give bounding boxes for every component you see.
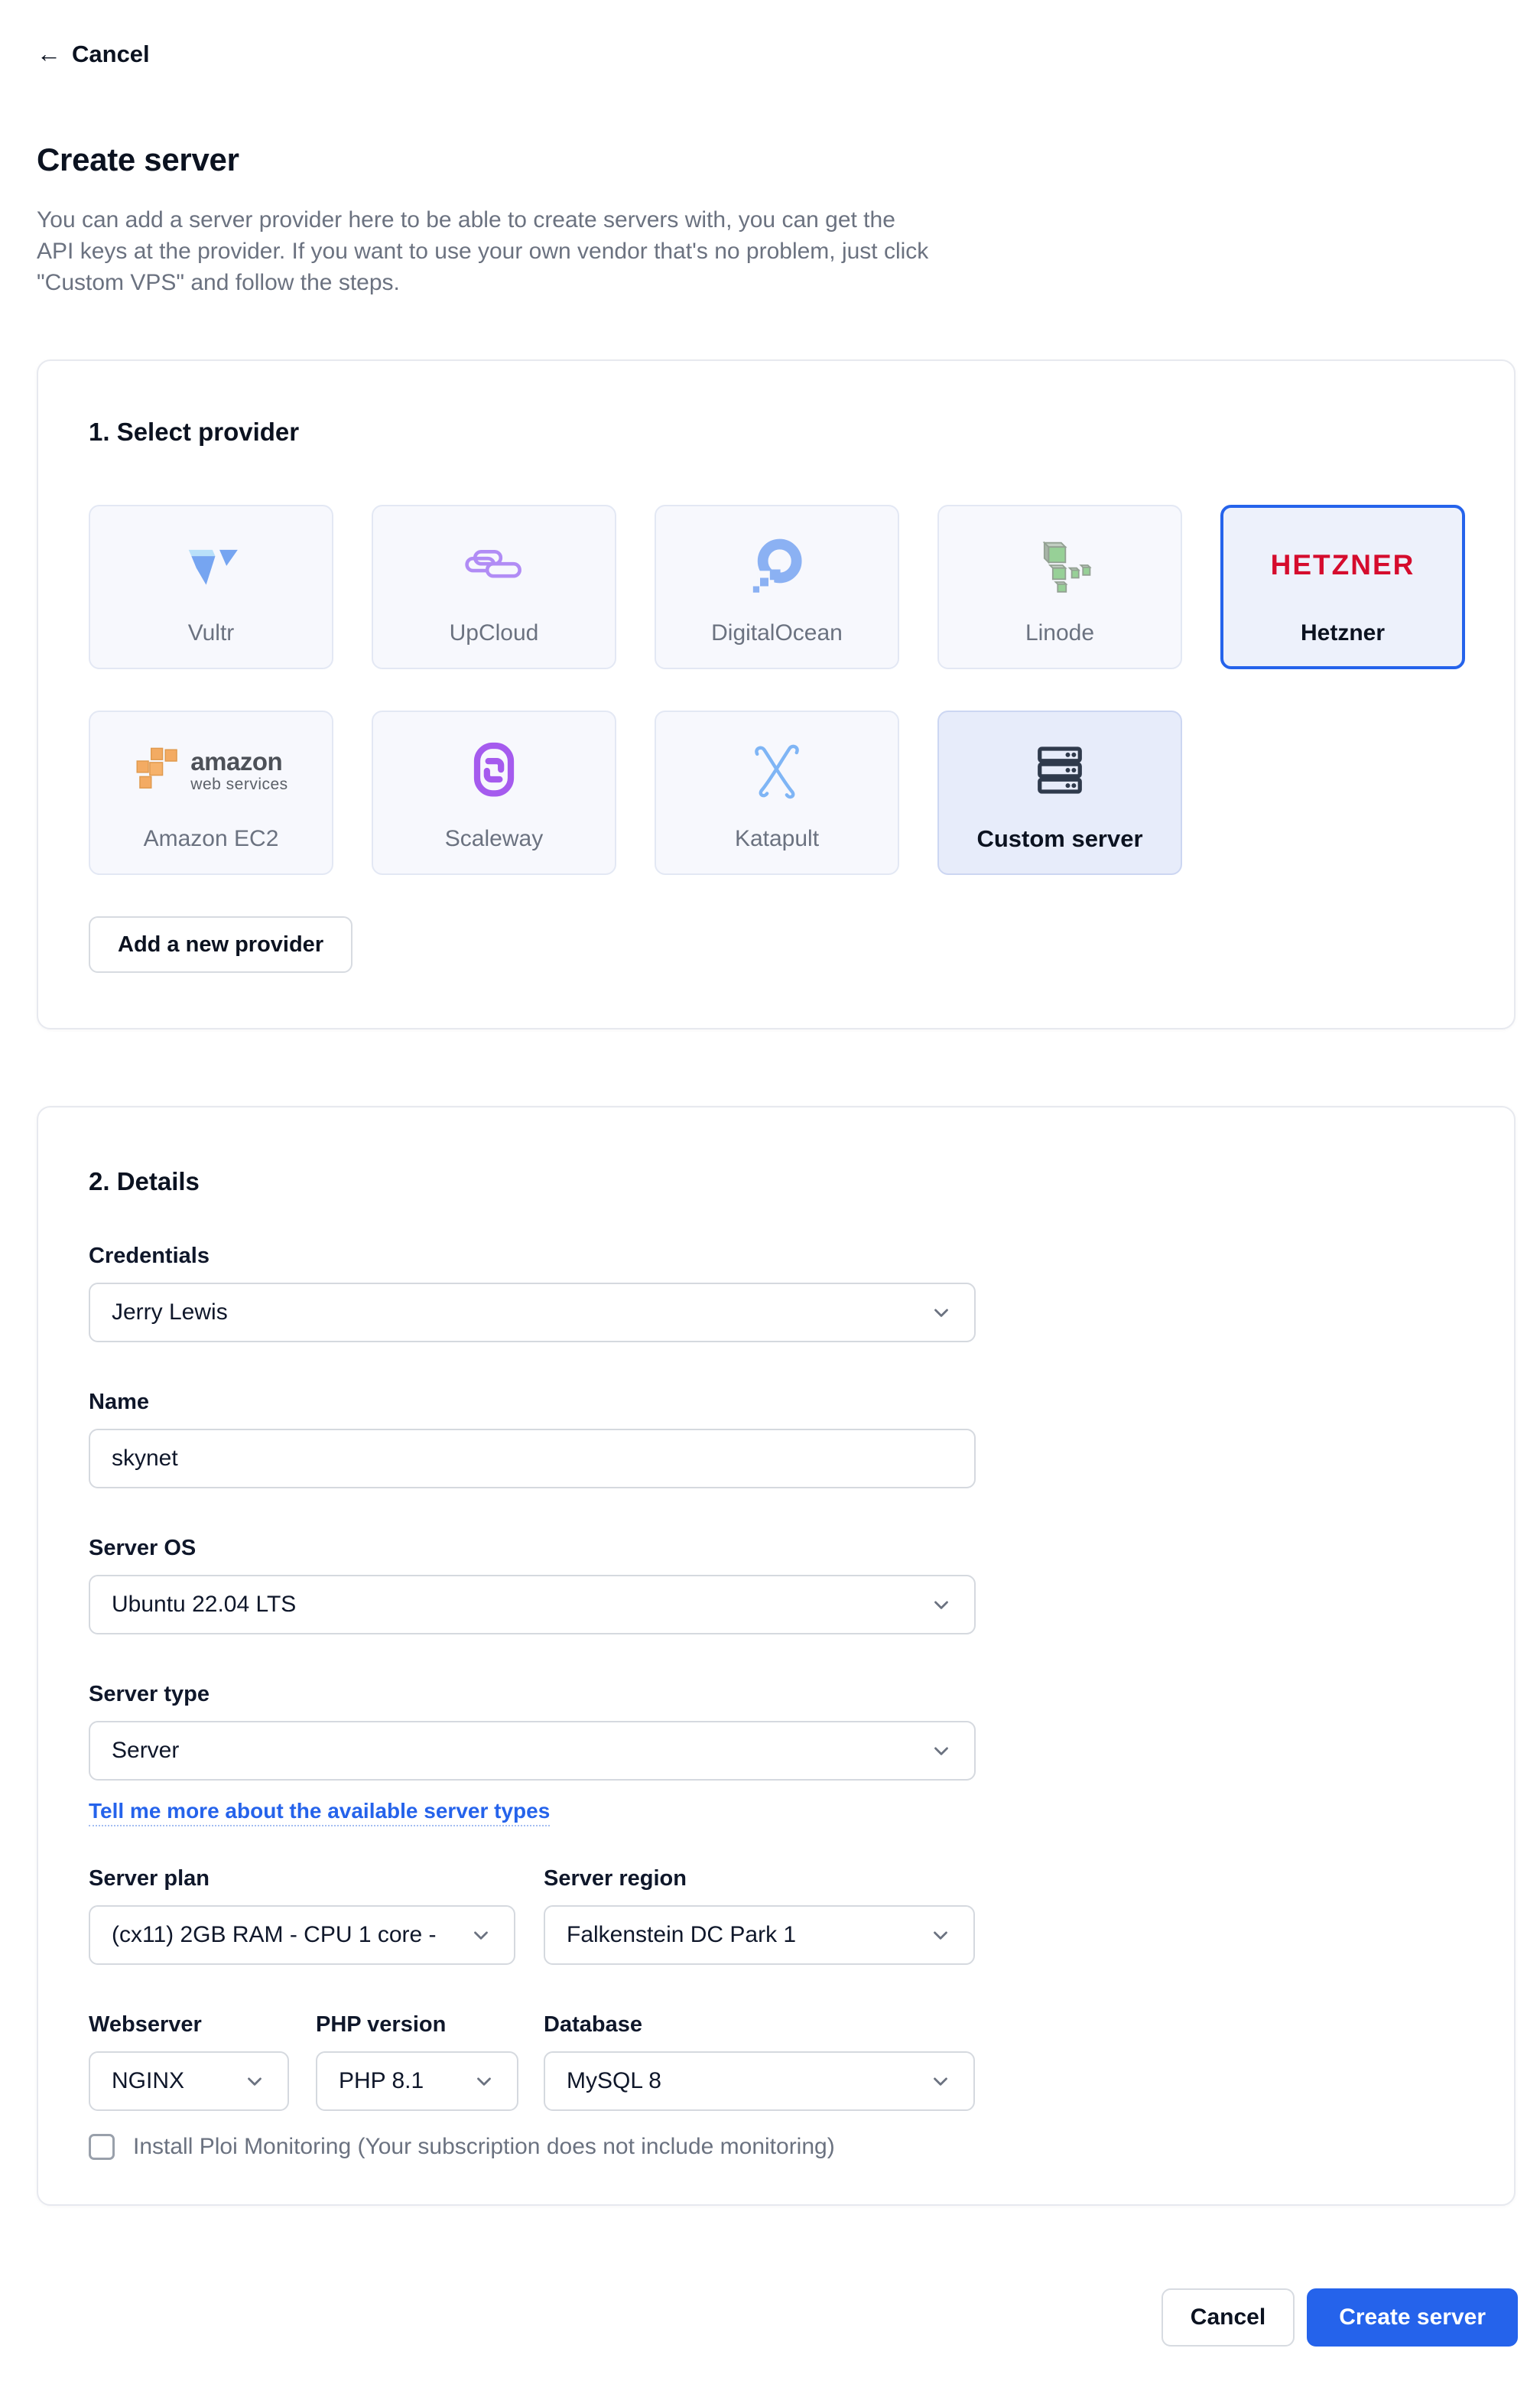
provider-grid: Vultr UpCloud DigitalOcean Linode HETZNE…: [89, 505, 1465, 875]
digitalocean-logo-icon: [743, 529, 811, 602]
server-region-select[interactable]: Falkenstein DC Park 1: [544, 1905, 975, 1965]
provider-tile-linode[interactable]: Linode: [937, 505, 1182, 669]
page-title: Create server: [37, 141, 239, 177]
details-form: Credentials Jerry Lewis Name Server OS U…: [89, 1244, 1465, 2160]
server-os-value: Ubuntu 22.04 LTS: [112, 1592, 297, 1617]
back-cancel-label: Cancel: [72, 40, 150, 67]
chevron-down-icon: [477, 2077, 491, 2086]
credentials-label: Credentials: [89, 1244, 210, 1268]
provider-tile-label: Amazon EC2: [143, 825, 279, 851]
provider-tile-label: Hetzner: [1300, 620, 1386, 646]
page-description: You can add a server provider here to be…: [37, 207, 929, 295]
name-input[interactable]: [89, 1429, 976, 1488]
provider-tile-upcloud[interactable]: UpCloud: [372, 505, 616, 669]
server-region-label: Server region: [544, 1866, 687, 1891]
page: ← Cancel Create server You can add a ser…: [37, 0, 1516, 2206]
provider-tile-digitalocean[interactable]: DigitalOcean: [655, 505, 899, 669]
provider-tile-katapult[interactable]: Katapult: [655, 711, 899, 875]
name-label: Name: [89, 1390, 149, 1414]
server-os-label: Server OS: [89, 1536, 197, 1560]
upcloud-logo-icon: [459, 529, 529, 602]
provider-tile-custom-server[interactable]: Custom server: [937, 711, 1182, 875]
server-type-group: Server type Server: [89, 1682, 1465, 1781]
scaleway-logo-icon: [463, 734, 525, 808]
monitoring-checkbox[interactable]: [89, 2134, 115, 2160]
name-group: Name: [89, 1390, 1465, 1488]
select-provider-title: 1. Select provider: [89, 418, 300, 446]
server-plan-select[interactable]: (cx11) 2GB RAM - CPU 1 core -: [89, 1905, 515, 1965]
chevron-down-icon: [934, 1601, 948, 1609]
server-types-link-wrap: Tell me more about the available server …: [89, 1799, 1465, 1826]
add-new-provider-button[interactable]: Add a new provider: [89, 916, 353, 973]
php-version-label: PHP version: [316, 2012, 447, 2037]
webserver-label: Webserver: [89, 2012, 202, 2037]
provider-tile-label: Katapult: [734, 825, 820, 851]
server-plan-value: (cx11) 2GB RAM - CPU 1 core -: [112, 1922, 437, 1947]
vultr-logo-icon: [177, 529, 245, 602]
details-card: 2. Details Credentials Jerry Lewis Name …: [37, 1106, 1516, 2206]
credentials-select[interactable]: Jerry Lewis: [89, 1283, 976, 1342]
linode-logo-icon: [1026, 529, 1093, 602]
provider-tile-vultr[interactable]: Vultr: [89, 505, 333, 669]
server-region-group: Server region Falkenstein DC Park 1: [544, 1866, 975, 1965]
credentials-value: Jerry Lewis: [112, 1299, 228, 1325]
aws-logo-icon: amazon web services: [134, 734, 288, 808]
create-server-button[interactable]: Create server: [1307, 2288, 1518, 2347]
chevron-down-icon: [934, 1309, 948, 1317]
provider-tile-label: Vultr: [187, 620, 235, 646]
back-cancel-link[interactable]: ← Cancel: [37, 40, 150, 68]
database-select[interactable]: MySQL 8: [544, 2051, 975, 2111]
footer-actions: Cancel Create server: [37, 2288, 1518, 2397]
credentials-group: Credentials Jerry Lewis: [89, 1244, 1465, 1342]
chevron-down-icon: [934, 1931, 947, 1940]
server-plan-group: Server plan (cx11) 2GB RAM - CPU 1 core …: [89, 1866, 515, 1965]
php-version-value: PHP 8.1: [339, 2068, 424, 2093]
chevron-down-icon: [474, 1931, 488, 1940]
plan-region-row: Server plan (cx11) 2GB RAM - CPU 1 core …: [89, 1866, 1465, 1965]
webserver-select[interactable]: NGINX: [89, 2051, 289, 2111]
provider-tile-label: Scaleway: [444, 825, 544, 851]
database-group: Database MySQL 8: [544, 2012, 975, 2111]
cancel-button[interactable]: Cancel: [1161, 2288, 1295, 2347]
provider-tile-label: Custom server: [976, 824, 1143, 852]
details-title: 2. Details: [89, 1167, 200, 1195]
provider-tile-scaleway[interactable]: Scaleway: [372, 711, 616, 875]
chevron-down-icon: [934, 2077, 947, 2086]
chevron-down-icon: [934, 1747, 948, 1755]
server-type-value: Server: [112, 1738, 180, 1763]
php-version-group: PHP version PHP 8.1: [316, 2012, 518, 2111]
provider-tile-amazon-ec2[interactable]: amazon web services Amazon EC2: [89, 711, 333, 875]
chevron-down-icon: [248, 2077, 262, 2086]
database-label: Database: [544, 2012, 642, 2037]
server-type-label: Server type: [89, 1682, 210, 1706]
back-arrow-icon: ←: [37, 40, 61, 67]
provider-tile-label: Linode: [1025, 620, 1095, 646]
server-types-info-link[interactable]: Tell me more about the available server …: [89, 1799, 551, 1826]
server-plan-label: Server plan: [89, 1866, 210, 1891]
stack-row: Webserver NGINX PHP version PHP 8.1 Data…: [89, 2012, 1465, 2111]
katapult-logo-icon: [742, 734, 812, 808]
server-os-select[interactable]: Ubuntu 22.04 LTS: [89, 1575, 976, 1634]
server-region-value: Falkenstein DC Park 1: [567, 1922, 797, 1947]
server-stack-icon: [1028, 733, 1092, 807]
monitoring-row: Install Ploi Monitoring (Your subscripti…: [89, 2134, 1465, 2160]
php-version-select[interactable]: PHP 8.1: [316, 2051, 518, 2111]
server-os-group: Server OS Ubuntu 22.04 LTS: [89, 1536, 1465, 1634]
monitoring-checkbox-label: Install Ploi Monitoring (Your subscripti…: [133, 2134, 835, 2159]
server-type-select[interactable]: Server: [89, 1721, 976, 1781]
provider-tile-hetzner[interactable]: HETZNER Hetzner: [1220, 505, 1465, 669]
provider-tile-label: DigitalOcean: [711, 620, 843, 646]
database-value: MySQL 8: [567, 2068, 661, 2093]
provider-tile-label: UpCloud: [449, 620, 539, 646]
select-provider-card: 1. Select provider Vultr UpCloud Digital…: [37, 359, 1516, 1029]
webserver-group: Webserver NGINX: [89, 2012, 289, 2111]
webserver-value: NGINX: [112, 2068, 185, 2093]
hetzner-logo-icon: HETZNER: [1270, 548, 1415, 581]
